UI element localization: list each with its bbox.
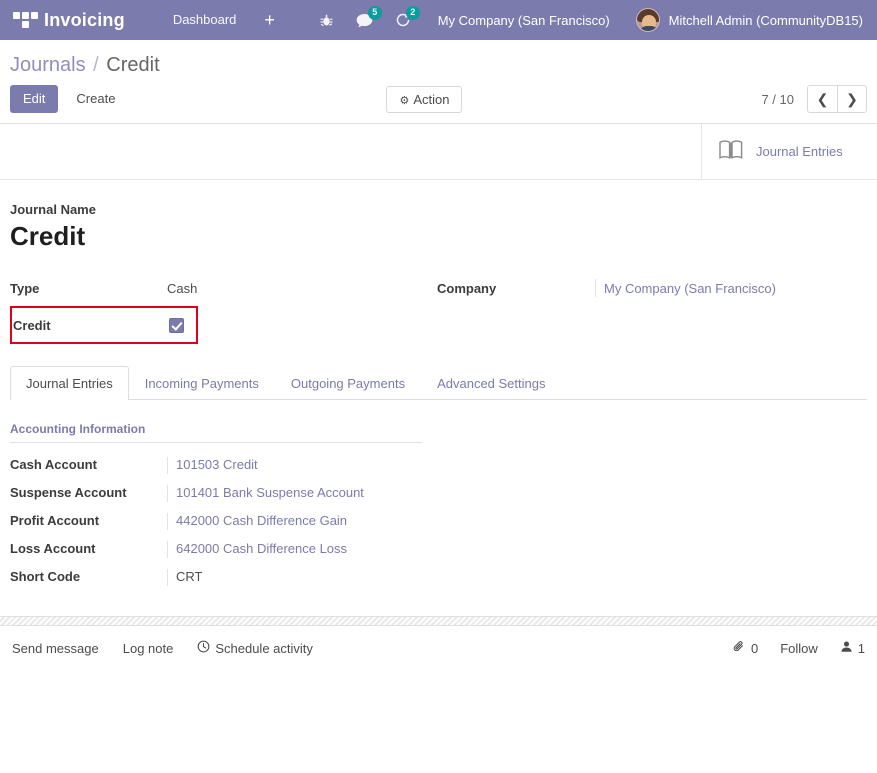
accounting-information-group-title: Accounting Information (10, 422, 422, 443)
notebook-tabs: Journal Entries Incoming Payments Outgoi… (10, 366, 867, 400)
credit-checkbox[interactable] (169, 317, 184, 333)
chatter-separator (0, 616, 877, 626)
new-record-plus-button[interactable]: + (250, 0, 289, 40)
field-short-code: Short Code CRT (10, 569, 867, 586)
app-brand-title: Invoicing (44, 9, 125, 30)
form-column-left: Type Cash Credit (10, 279, 437, 344)
pager-previous-button[interactable]: ❮ (807, 85, 837, 113)
breadcrumb-current: Credit (106, 54, 160, 76)
attachment-count: 0 (750, 640, 759, 656)
create-button[interactable]: Create (63, 85, 129, 113)
cash-account-value[interactable]: 101503 Credit (167, 457, 867, 474)
log-note-button[interactable]: Log note (123, 641, 174, 656)
control-panel: Edit Create ⚙ Action 7 / 10 ❮ ❯ (0, 81, 877, 123)
field-type: Type Cash (10, 279, 437, 296)
top-navbar: Invoicing Dashboard + 5 2 My Company (Sa… (0, 0, 877, 40)
company-switcher[interactable]: My Company (San Francisco) (422, 13, 626, 28)
notebook: Journal Entries Incoming Payments Outgoi… (10, 366, 867, 586)
breadcrumb-separator: / (93, 54, 99, 76)
suspense-account-value[interactable]: 101401 Bank Suspense Account (167, 485, 867, 502)
record-title-block: Journal Name Credit (0, 180, 877, 253)
chatter-right-group: 0 Follow 1 (733, 640, 865, 656)
profit-account-value[interactable]: 442000 Cash Difference Gain (167, 513, 867, 530)
gear-icon: ⚙ (399, 94, 410, 107)
chatter: Send message Log note Schedule activity … (0, 626, 877, 670)
apps-grid-icon[interactable] (12, 7, 38, 33)
field-profit-account: Profit Account 442000 Cash Difference Ga… (10, 513, 867, 530)
user-menu-label: Mitchell Admin (CommunityDB15) (668, 12, 863, 28)
attachments-button[interactable]: 0 (733, 640, 758, 656)
messages-icon[interactable]: 5 (345, 0, 384, 40)
schedule-activity-button[interactable]: Schedule activity (197, 640, 313, 656)
stat-button-box: Journal Entries (0, 124, 877, 180)
clock-icon (197, 640, 210, 656)
followers-button[interactable]: 1 (840, 640, 865, 656)
field-suspense-account: Suspense Account 101401 Bank Suspense Ac… (10, 485, 867, 502)
schedule-activity-label: Schedule activity (215, 640, 313, 656)
company-label: Company (437, 281, 497, 296)
action-button-label: Action (413, 91, 450, 107)
suspense-account-label: Suspense Account (10, 485, 127, 500)
profit-account-label: Profit Account (10, 513, 100, 528)
messages-badge: 5 (367, 6, 382, 20)
activities-icon[interactable]: 2 (384, 0, 422, 40)
topbar-right-group: 5 2 My Company (San Francisco) Mitchell … (308, 0, 869, 40)
short-code-label: Short Code (10, 569, 81, 584)
action-button[interactable]: ⚙ Action (386, 85, 463, 113)
stat-button-label: Journal Entries (756, 144, 843, 159)
loss-account-value[interactable]: 642000 Cash Difference Loss (167, 541, 867, 558)
stat-button-journal-entries[interactable]: Journal Entries (701, 124, 877, 179)
form-column-right: Company My Company (San Francisco) (437, 279, 864, 344)
tab-advanced-settings[interactable]: Advanced Settings (421, 366, 561, 400)
follow-button[interactable]: Follow (780, 641, 818, 656)
paperclip-icon (733, 640, 746, 656)
user-menu[interactable]: Mitchell Admin (CommunityDB15) (626, 8, 869, 32)
tab-outgoing-payments[interactable]: Outgoing Payments (275, 366, 421, 400)
user-icon (840, 640, 853, 656)
journal-name-value[interactable]: Credit (10, 219, 867, 253)
short-code-value[interactable]: CRT (167, 569, 867, 586)
loss-account-label: Loss Account (10, 541, 96, 556)
journal-name-label: Journal Name (10, 202, 96, 217)
field-loss-account: Loss Account 642000 Cash Difference Loss (10, 541, 867, 558)
pager-next-button[interactable]: ❯ (837, 85, 867, 113)
followers-count: 1 (857, 640, 865, 656)
breadcrumb: Journals / Credit (0, 40, 877, 81)
company-value[interactable]: My Company (San Francisco) (595, 279, 776, 297)
field-company: Company My Company (San Francisco) (437, 279, 864, 297)
pager: 7 / 10 ❮ ❯ (761, 85, 867, 113)
journal-book-icon (718, 139, 744, 164)
send-message-button[interactable]: Send message (12, 641, 99, 656)
pager-count: 7 / 10 (761, 91, 794, 107)
type-label: Type (10, 281, 40, 296)
tab-journal-entries[interactable]: Journal Entries (10, 366, 129, 400)
tab-pane-journal-entries: Accounting Information Cash Account 1015… (10, 400, 867, 586)
menu-dashboard[interactable]: Dashboard (159, 0, 251, 40)
bug-icon[interactable] (308, 0, 345, 40)
tab-incoming-payments[interactable]: Incoming Payments (129, 366, 275, 400)
type-value[interactable]: Cash (167, 279, 197, 296)
activities-badge: 2 (405, 6, 420, 20)
field-cash-account: Cash Account 101503 Credit (10, 457, 867, 474)
cash-account-label: Cash Account (10, 457, 97, 472)
avatar (635, 8, 660, 32)
edit-button[interactable]: Edit (10, 85, 59, 113)
form-fields-grid: Type Cash Credit Company My Company (San… (0, 253, 877, 344)
form-sheet: Journal Entries Journal Name Credit Type… (0, 124, 877, 586)
credit-checkbox-row-highlight: Credit (10, 306, 198, 344)
form-view: Journal Entries Journal Name Credit Type… (0, 123, 877, 586)
credit-label: Credit (13, 317, 51, 333)
breadcrumb-parent[interactable]: Journals (10, 54, 86, 76)
